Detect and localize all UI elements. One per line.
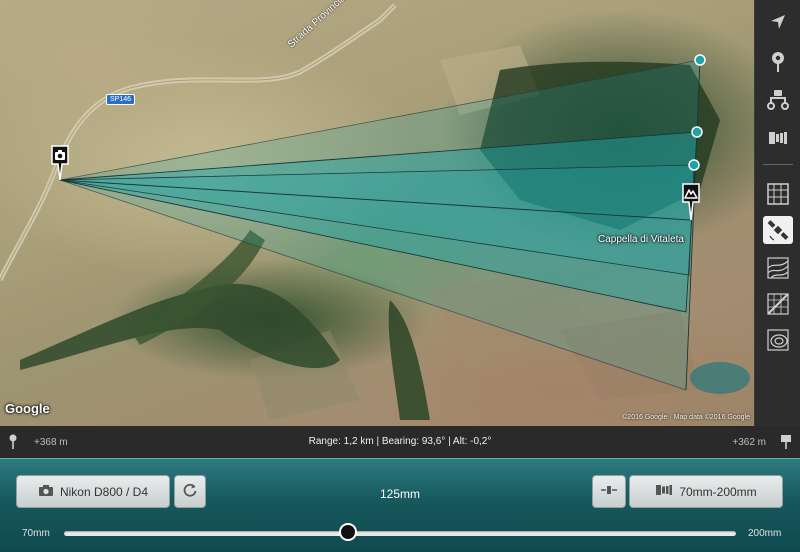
road-badge: SP146: [106, 94, 136, 105]
camera-pin-icon[interactable]: [50, 144, 70, 180]
slider-min-label: 70mm: [22, 528, 50, 539]
lens-select-label: 70mm-200mm: [679, 484, 757, 499]
fov-handle-inner[interactable]: [688, 159, 700, 171]
rotate-button[interactable]: [174, 475, 206, 508]
slider-max-label: 200mm: [748, 528, 782, 539]
camera-subject-icon[interactable]: [763, 86, 793, 114]
lens-options-button[interactable]: [592, 475, 626, 508]
right-toolbar: [754, 0, 800, 426]
camera-select-button[interactable]: Nikon D800 / D4: [16, 475, 170, 508]
fov-handle-frame[interactable]: [691, 126, 703, 138]
focal-length-slider[interactable]: [64, 531, 736, 536]
lens-select-icon: [655, 483, 673, 500]
satellite-icon[interactable]: [763, 216, 793, 244]
navigate-icon[interactable]: [763, 8, 793, 36]
map-copyright: ©2016 Google · Map data ©2016 Google: [622, 414, 750, 421]
mountain-pin-icon[interactable]: [681, 182, 701, 220]
slider-thumb[interactable]: [339, 523, 358, 541]
focal-length-value: 125mm: [379, 487, 420, 501]
lens-settings-icon: [600, 483, 618, 500]
terrain-icon[interactable]: [763, 254, 793, 282]
google-logo: Google: [5, 401, 50, 416]
lens-select-button[interactable]: 70mm-200mm: [629, 475, 783, 508]
info-bar: +368 m Range: 1,2 km | Bearing: 93,6° | …: [0, 426, 800, 458]
camera-select-label: Nikon D800 / D4: [59, 484, 149, 499]
topo-icon[interactable]: [763, 326, 793, 354]
map-overlay: [0, 3, 750, 420]
camera-icon: [38, 484, 54, 499]
camera-panel: Nikon D800 / D4 125mm 70mm-200mm 70mm 20…: [0, 458, 800, 552]
subject-altitude: +362 m: [732, 437, 766, 448]
subject-altitude-pin-icon: [780, 434, 792, 453]
lens-icon[interactable]: [763, 124, 793, 152]
hybrid-icon[interactable]: [763, 290, 793, 318]
toolbar-divider: [763, 164, 793, 165]
fov-handle-outer[interactable]: [694, 54, 706, 66]
rotate-icon: [182, 482, 198, 501]
range-bearing-text: Range: 1,2 km | Bearing: 93,6° | Alt: -0…: [308, 436, 492, 447]
pin-icon[interactable]: [763, 48, 793, 76]
map-type-grid-icon[interactable]: [763, 180, 793, 208]
map-view[interactable]: SP146 Strada Provinciale 146 di Chiat Ca…: [0, 0, 754, 426]
place-label: Cappella di Vitaleta: [598, 234, 684, 245]
